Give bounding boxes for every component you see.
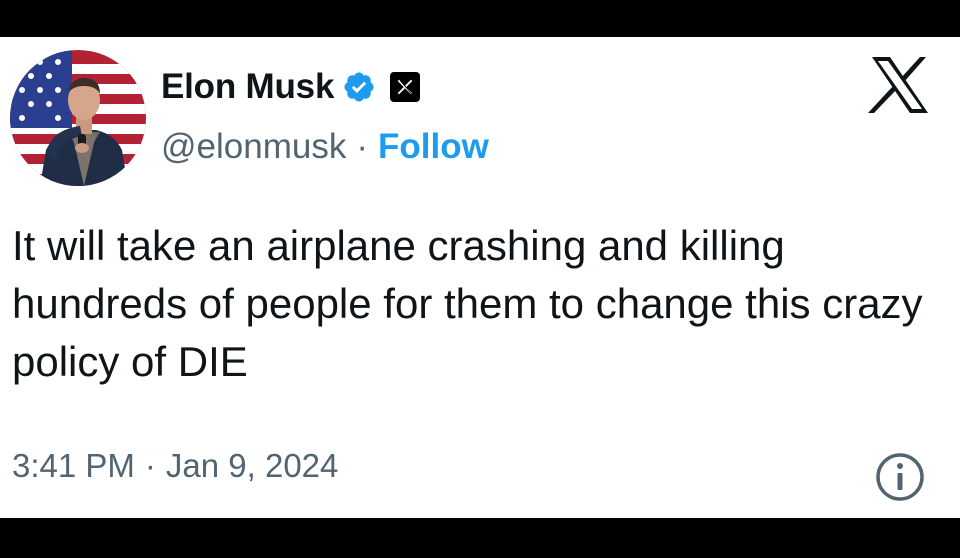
timestamp-separator: ·	[144, 447, 156, 484]
author-row: Elon Musk	[161, 65, 421, 109]
verified-badge-icon	[344, 72, 374, 102]
tweet-date: Jan 9, 2024	[165, 447, 339, 484]
tweet-text: It will take an airplane crashing and ki…	[12, 222, 923, 385]
bottom-letterbox	[0, 518, 960, 558]
avatar[interactable]	[10, 50, 146, 186]
info-icon[interactable]	[874, 451, 926, 503]
screenshot-stage: Elon Musk @elonmusk · Follow It will tak…	[0, 0, 960, 558]
handle-separator: ·	[356, 127, 368, 166]
top-letterbox	[0, 0, 960, 37]
x-logo-icon[interactable]	[868, 55, 932, 115]
author-handle[interactable]: @elonmusk	[161, 127, 346, 167]
x-affiliation-icon	[390, 72, 421, 102]
tweet-card: Elon Musk @elonmusk · Follow It will tak…	[0, 37, 960, 518]
tweet-timestamp[interactable]: 3:41 PM · Jan 9, 2024	[12, 447, 338, 485]
handle-row: @elonmusk · Follow	[161, 125, 489, 169]
follow-button[interactable]: Follow	[378, 127, 489, 167]
tweet-time: 3:41 PM	[12, 447, 135, 484]
author-name[interactable]: Elon Musk	[161, 67, 334, 107]
